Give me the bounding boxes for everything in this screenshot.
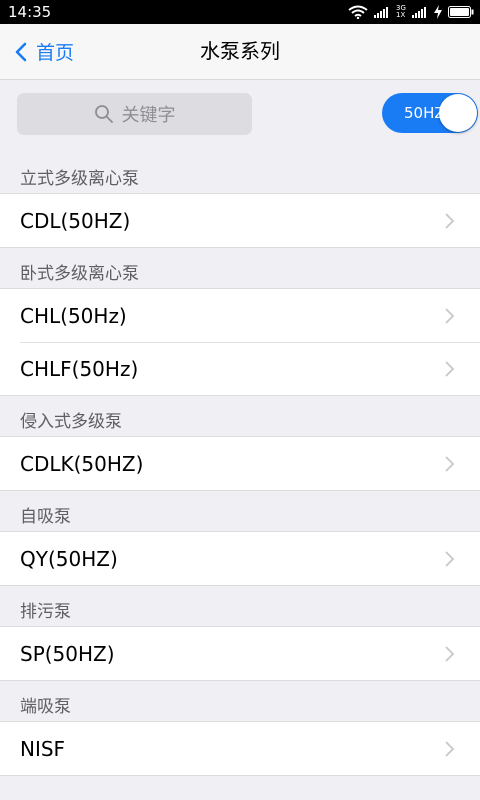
toggle-knob [439, 94, 477, 132]
signal-icon-2 [412, 7, 426, 18]
section-group: NISF [0, 721, 480, 776]
wifi-icon [348, 5, 368, 19]
list-item-label: QY(50HZ) [20, 546, 118, 571]
search-input[interactable]: 关键字 [17, 93, 252, 135]
section-group: QY(50HZ) [0, 531, 480, 586]
search-icon [94, 105, 113, 123]
list-item[interactable]: NISF [0, 722, 480, 775]
page-title: 水泵系列 [200, 39, 280, 63]
chevron-right-icon [445, 361, 455, 377]
signal-icon [374, 7, 388, 18]
section-header: 立式多级离心泵 [20, 169, 139, 189]
battery-icon [448, 6, 474, 18]
section-group: CDLK(50HZ) [0, 436, 480, 491]
list-item[interactable]: CHLF(50Hz) [0, 342, 480, 395]
list-item[interactable]: SP(50HZ) [0, 627, 480, 680]
list-item-label: CDLK(50HZ) [20, 451, 144, 476]
chevron-right-icon [445, 551, 455, 567]
navigation-bar: 首页 水泵系列 [0, 24, 480, 80]
list-item-label: SP(50HZ) [20, 641, 115, 666]
chevron-right-icon [445, 308, 455, 324]
list-item[interactable]: CDLK(50HZ) [0, 437, 480, 490]
list-item-label: CHLF(50Hz) [20, 356, 139, 381]
network-type-label: 3G 1X [396, 4, 406, 19]
search-placeholder: 关键字 [121, 105, 176, 126]
section-group: CHL(50Hz) CHLF(50Hz) [0, 288, 480, 396]
list-item-label: NISF [20, 736, 66, 761]
chevron-right-icon [445, 456, 455, 472]
status-bar: 14:35 3G 1X [0, 0, 480, 24]
section-header: 侵入式多级泵 [20, 412, 122, 432]
section-group: CDL(50HZ) [0, 193, 480, 248]
section-group: SP(50HZ) [0, 626, 480, 681]
list-item[interactable]: CDL(50HZ) [0, 194, 480, 247]
charging-icon [434, 5, 442, 19]
chevron-right-icon [445, 646, 455, 662]
list-item[interactable]: QY(50HZ) [0, 532, 480, 585]
list-item-label: CHL(50Hz) [20, 303, 127, 328]
pump-series-list: 立式多级离心泵 CDL(50HZ) 卧式多级离心泵 CHL(50Hz) CHLF(50H… [0, 166, 480, 789]
section-header: 卧式多级离心泵 [20, 264, 139, 284]
chevron-right-icon [445, 741, 455, 757]
frequency-toggle[interactable]: 50HZ [382, 93, 478, 133]
list-item[interactable]: CHL(50Hz) [0, 289, 480, 342]
list-item-label: CDL(50HZ) [20, 208, 131, 233]
section-header: 自吸泵 [20, 507, 71, 527]
status-icons: 3G 1X [348, 4, 474, 20]
chevron-right-icon [445, 213, 455, 229]
section-header: 端吸泵 [20, 697, 71, 717]
status-time: 14:35 [8, 3, 52, 21]
section-header: 排污泵 [20, 602, 71, 622]
